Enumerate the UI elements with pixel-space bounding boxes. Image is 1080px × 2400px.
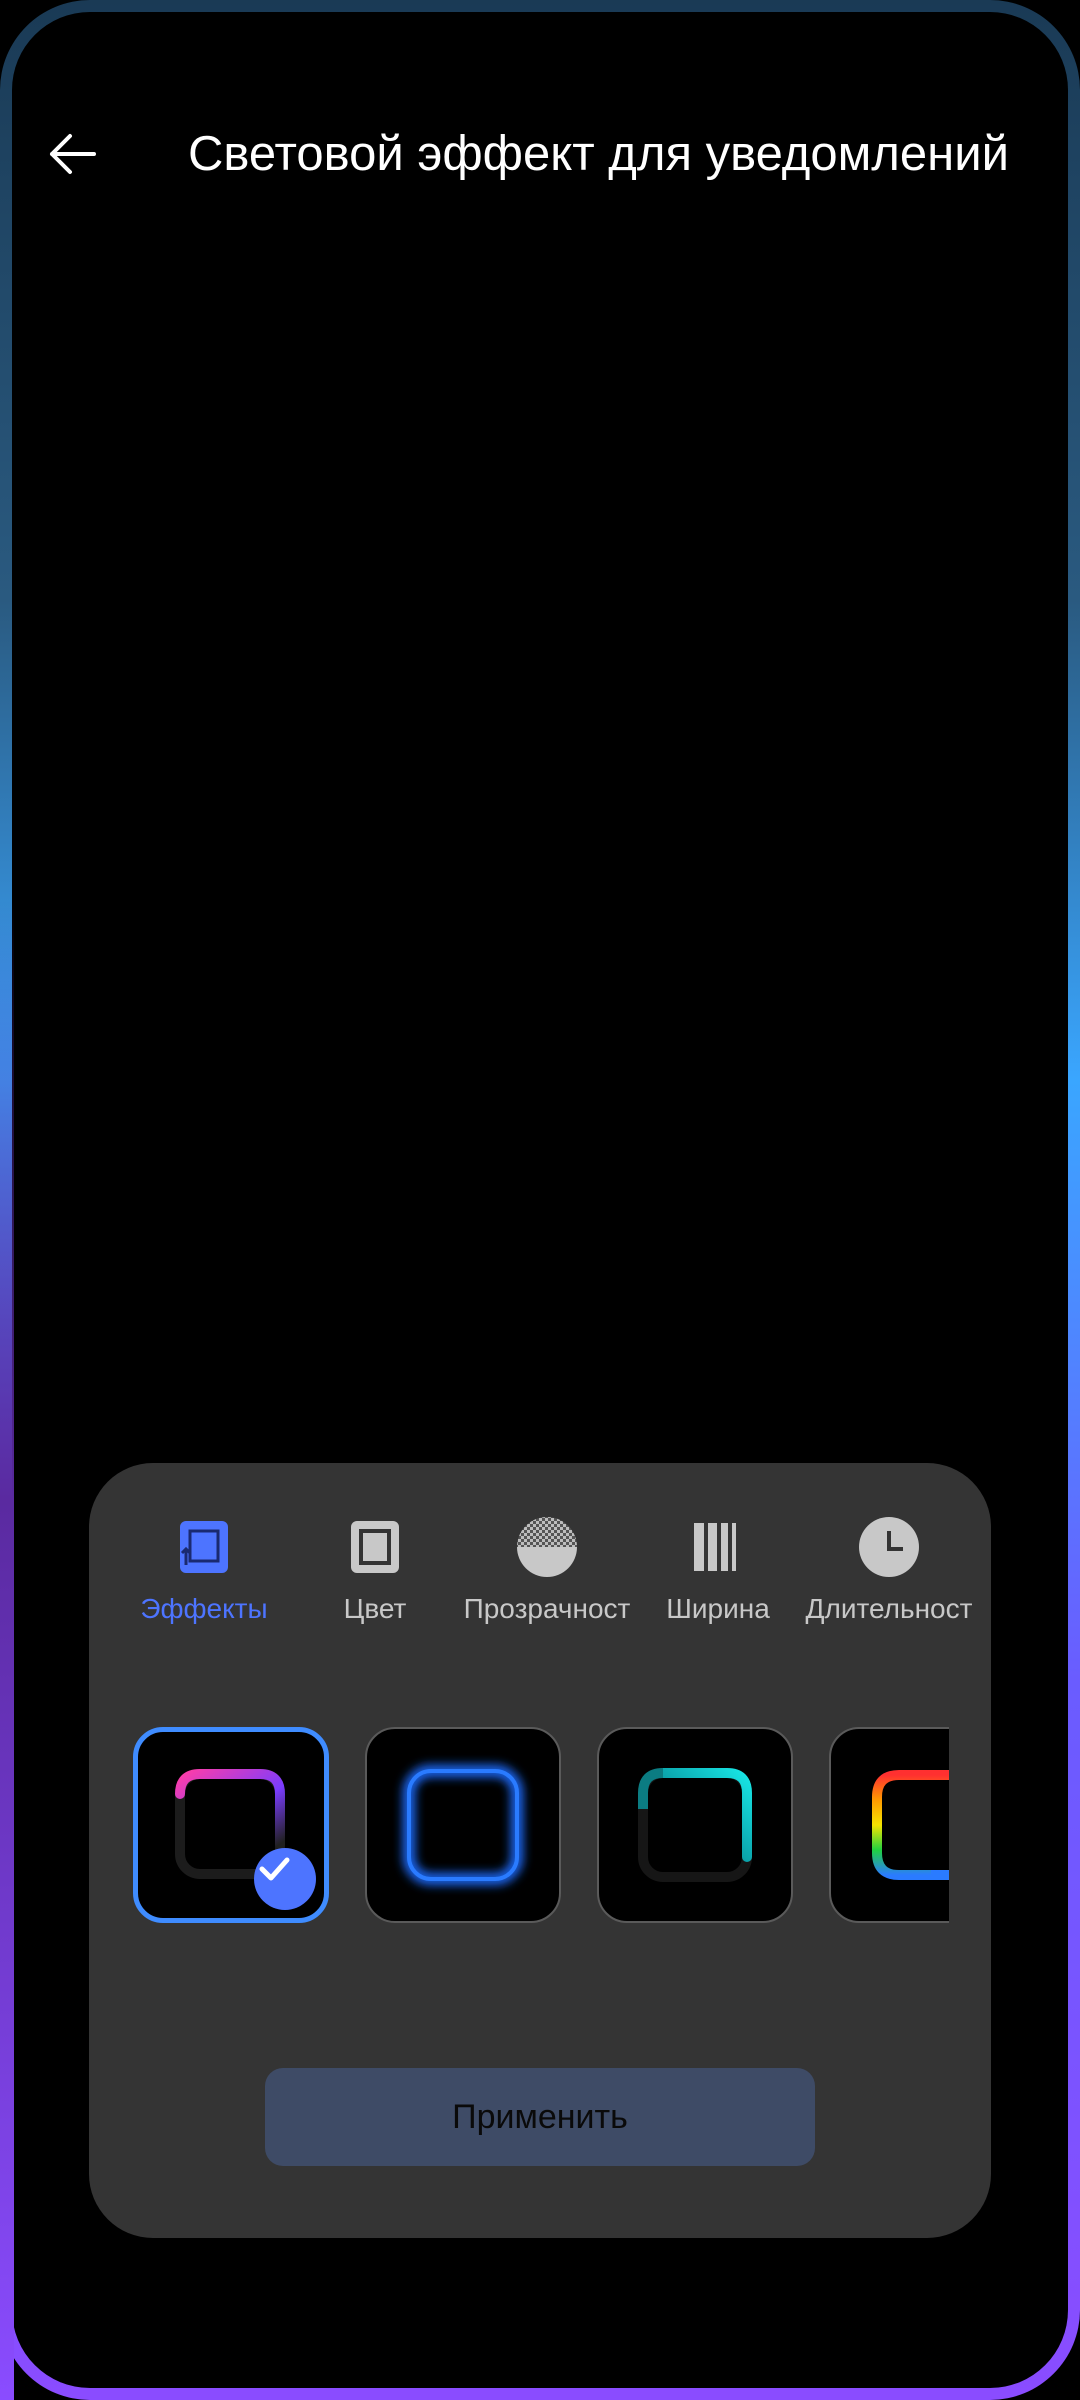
- selected-check-icon: [254, 1848, 316, 1910]
- header: Световой эффект для уведомлений: [0, 100, 1080, 210]
- width-icon: [686, 1515, 750, 1579]
- tab-label: Эффекты: [140, 1593, 268, 1624]
- effect-tile-blue-glow[interactable]: [365, 1727, 561, 1923]
- color-icon: [343, 1515, 407, 1579]
- tab-transparency[interactable]: Прозрачност: [462, 1515, 632, 1625]
- tab-effects[interactable]: Эффекты: [119, 1515, 289, 1625]
- tab-bar: Эффекты Цвет Прозрачност Ширина Длительн…: [89, 1515, 991, 1635]
- arrow-left-icon: [50, 134, 96, 174]
- effects-icon: [172, 1515, 236, 1579]
- effect-tile-rainbow[interactable]: [829, 1727, 949, 1923]
- effects-panel: Эффекты Цвет Прозрачност Ширина Длительн…: [89, 1463, 991, 2238]
- tab-label: Цвет: [343, 1593, 407, 1624]
- effect-tile-gradient-purple[interactable]: [133, 1727, 329, 1923]
- tab-duration[interactable]: Длительност: [804, 1515, 974, 1625]
- tab-color[interactable]: Цвет: [290, 1515, 460, 1625]
- tab-label: Ширина: [666, 1593, 770, 1624]
- tab-width[interactable]: Ширина: [633, 1515, 803, 1625]
- apply-button[interactable]: Применить: [265, 2068, 815, 2166]
- page-title: Световой эффект для уведомлений: [188, 127, 1009, 181]
- effect-tile-cyan[interactable]: [597, 1727, 793, 1923]
- tab-label: Прозрачност: [463, 1593, 631, 1624]
- back-button[interactable]: [40, 122, 104, 186]
- effects-carousel[interactable]: [133, 1725, 949, 1925]
- transparency-icon: [515, 1515, 579, 1579]
- tab-label: Длительност: [805, 1593, 973, 1624]
- duration-icon: [857, 1515, 921, 1579]
- left-edge-glow: [0, 900, 14, 2400]
